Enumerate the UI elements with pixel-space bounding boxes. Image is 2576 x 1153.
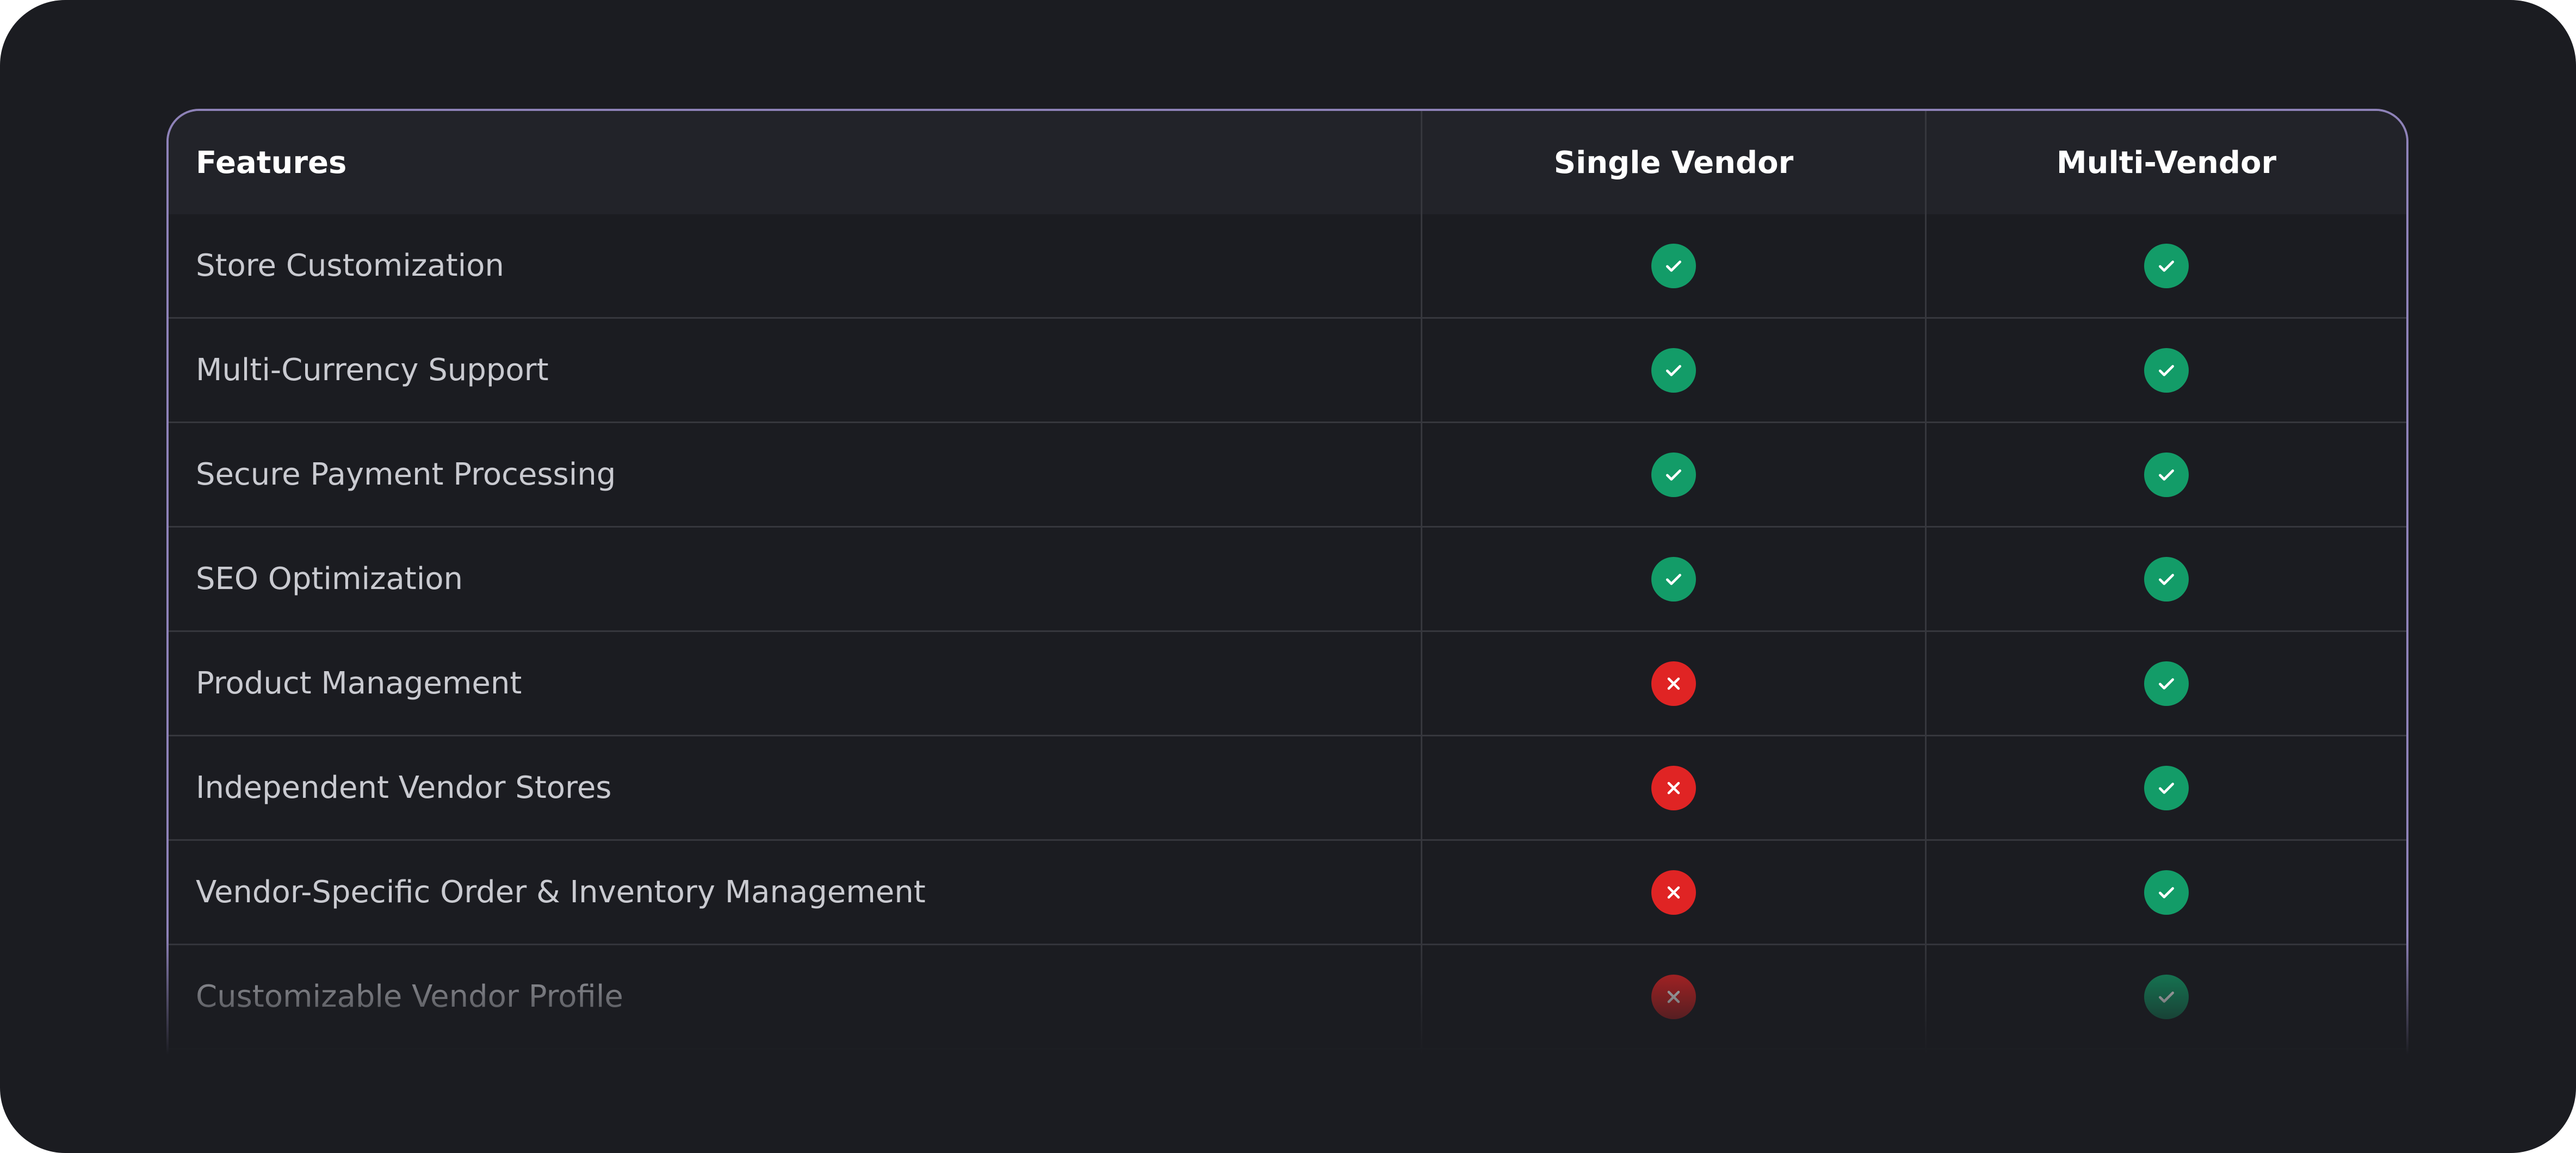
feature-label: Customizable Vendor Profile xyxy=(169,945,1422,1048)
check-icon xyxy=(1651,556,1696,602)
table-row: Product Management xyxy=(169,632,2406,736)
feature-label: SEO Optimization xyxy=(169,528,1422,630)
single-vendor-cell xyxy=(1422,528,1927,630)
check-icon xyxy=(2144,1078,2189,1124)
multi-vendor-cell xyxy=(1927,736,2406,839)
table-row: Multi-Currency Support xyxy=(169,319,2406,423)
check-icon xyxy=(1651,452,1696,497)
cross-icon xyxy=(1651,974,1696,1019)
header-single-vendor: Single Vendor xyxy=(1422,111,1927,214)
cross-icon xyxy=(1651,661,1696,706)
single-vendor-cell xyxy=(1422,945,1927,1048)
check-icon xyxy=(1651,243,1696,288)
multi-vendor-cell xyxy=(1927,214,2406,317)
cross-icon xyxy=(1651,765,1696,810)
check-icon xyxy=(2144,661,2189,706)
single-vendor-cell xyxy=(1422,736,1927,839)
table-row: Flexible Revenue Model ( Commission-base… xyxy=(169,1050,2406,1153)
check-icon xyxy=(2144,974,2189,1019)
check-icon xyxy=(1651,348,1696,393)
feature-label: Independent Vendor Stores xyxy=(169,736,1422,839)
multi-vendor-cell xyxy=(1927,1050,2406,1152)
single-vendor-cell xyxy=(1422,423,1927,526)
table-row: Store Customization xyxy=(169,214,2406,319)
feature-label: Secure Payment Processing xyxy=(169,423,1422,526)
feature-label: Store Customization xyxy=(169,214,1422,317)
single-vendor-cell xyxy=(1422,841,1927,944)
check-icon xyxy=(2144,556,2189,602)
multi-vendor-cell xyxy=(1927,841,2406,944)
check-icon xyxy=(2144,452,2189,497)
header-multi-vendor: Multi-Vendor xyxy=(2056,145,2277,181)
feature-label: Flexible Revenue Model ( Commission-base… xyxy=(169,1050,1422,1152)
header-features: Features xyxy=(169,111,1422,214)
cross-icon xyxy=(1651,1078,1696,1124)
check-icon xyxy=(2144,765,2189,810)
single-vendor-cell xyxy=(1422,632,1927,735)
check-icon xyxy=(2144,243,2189,288)
single-vendor-cell xyxy=(1422,1050,1927,1152)
check-icon xyxy=(2144,348,2189,393)
single-vendor-cell xyxy=(1422,214,1927,317)
table-header-row: Features Single Vendor Multi-Vendor xyxy=(169,111,2406,214)
feature-label: Multi-Currency Support xyxy=(169,319,1422,421)
multi-vendor-cell xyxy=(1927,423,2406,526)
table-row: Independent Vendor Stores xyxy=(169,736,2406,841)
feature-label: Product Management xyxy=(169,632,1422,735)
table-row: Customizable Vendor Profile xyxy=(169,945,2406,1050)
multi-vendor-cell xyxy=(1927,528,2406,630)
multi-vendor-cell xyxy=(1927,319,2406,421)
cross-icon xyxy=(1651,870,1696,915)
table-row: Vendor-Specific Order & Inventory Manage… xyxy=(169,841,2406,945)
feature-label: Vendor-Specific Order & Inventory Manage… xyxy=(169,841,1422,944)
comparison-table: Features Single Vendor Multi-Vendor Stor… xyxy=(166,109,2408,1153)
check-icon xyxy=(2144,870,2189,915)
single-vendor-cell xyxy=(1422,319,1927,421)
multi-vendor-cell xyxy=(1927,945,2406,1048)
page-frame: Features Single Vendor Multi-Vendor Stor… xyxy=(0,0,2576,1153)
multi-vendor-cell xyxy=(1927,632,2406,735)
table-row: SEO Optimization xyxy=(169,528,2406,632)
table-row: Secure Payment Processing xyxy=(169,423,2406,528)
